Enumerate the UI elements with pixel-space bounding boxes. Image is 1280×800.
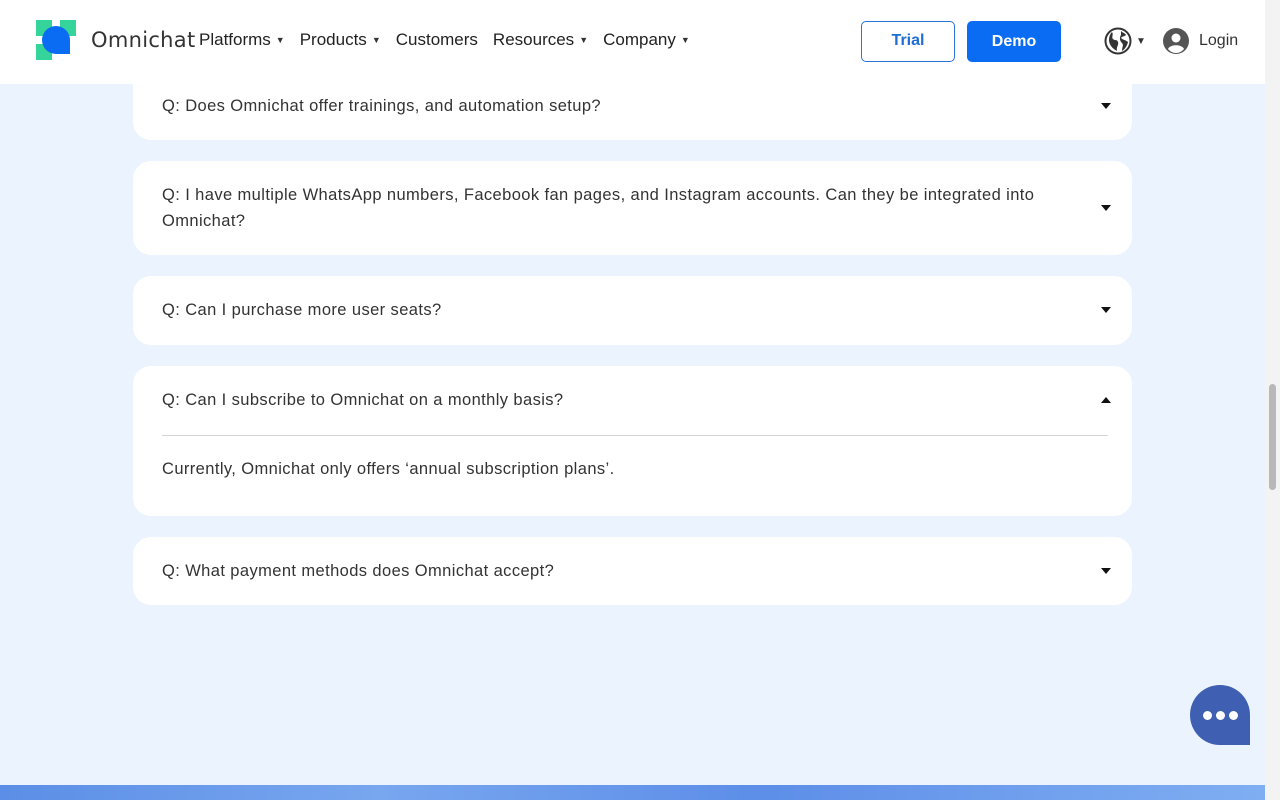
caret-down-icon: ▼ (371, 35, 381, 45)
nav-item-platforms[interactable]: Platforms ▼ (199, 30, 285, 50)
faq-question: Q: Can I subscribe to Omnichat on a mont… (162, 391, 564, 409)
globe-icon (1104, 27, 1132, 55)
demo-button[interactable]: Demo (967, 21, 1061, 62)
scrollbar-thumb[interactable] (1269, 384, 1276, 490)
trial-button[interactable]: Trial (861, 21, 955, 62)
nav-item-label: Customers (395, 30, 478, 49)
caret-down-icon[interactable] (1100, 306, 1112, 314)
nav-item-customers[interactable]: Customers (396, 30, 478, 50)
caret-up-icon[interactable] (1100, 396, 1112, 404)
faq-item-expanded[interactable]: Q: Can I subscribe to Omnichat on a mont… (133, 366, 1132, 516)
site-header: Omnichat Platforms ▼ Products ▼ Customer… (0, 0, 1265, 84)
faq-question: Q: I have multiple WhatsApp numbers, Fac… (162, 186, 1035, 230)
faq-item[interactable]: Q: I have multiple WhatsApp numbers, Fac… (133, 161, 1132, 255)
caret-down-icon[interactable] (1100, 567, 1112, 575)
user-avatar-icon (1163, 28, 1189, 54)
faq-question: Q: What payment methods does Omnichat ac… (162, 562, 555, 580)
faq-item[interactable]: Q: Can I purchase more user seats? (133, 276, 1132, 345)
faq-question: Q: Does Omnichat offer trainings, and au… (162, 97, 602, 115)
caret-down-icon: ▼ (579, 35, 589, 45)
nav-item-label: Company (603, 30, 676, 49)
faq-question: Q: Can I purchase more user seats? (162, 301, 442, 319)
footer-banner (0, 785, 1265, 800)
chat-widget-button[interactable] (1190, 685, 1250, 745)
caret-down-icon: ▼ (680, 35, 690, 45)
brand-name: Omnichat (91, 28, 196, 52)
caret-down-icon: ▼ (275, 35, 285, 45)
faq-item[interactable]: Q: What payment methods does Omnichat ac… (133, 537, 1132, 605)
nav-item-label: Platforms (199, 30, 271, 49)
caret-down-icon[interactable] (1100, 102, 1112, 110)
more-dots-icon (1202, 710, 1238, 720)
omnichat-logo-icon (36, 20, 76, 60)
caret-down-icon: ▼ (1136, 35, 1146, 47)
language-selector[interactable]: ▼ (1104, 27, 1146, 55)
faq-answer: Currently, Omnichat only offers ‘annual … (162, 460, 615, 478)
nav-item-resources[interactable]: Resources ▼ (493, 30, 588, 50)
main-nav: Platforms ▼ Products ▼ Customers Resourc… (199, 30, 705, 50)
brand-logo[interactable]: Omnichat (36, 20, 196, 60)
nav-item-label: Resources (492, 30, 575, 49)
caret-down-icon[interactable] (1100, 204, 1112, 212)
login-label: Login (1199, 32, 1239, 49)
divider (162, 435, 1108, 436)
nav-item-products[interactable]: Products ▼ (300, 30, 381, 50)
nav-item-label: Products (299, 30, 367, 49)
nav-item-company[interactable]: Company ▼ (603, 30, 690, 50)
login-link[interactable]: Login (1163, 28, 1238, 54)
